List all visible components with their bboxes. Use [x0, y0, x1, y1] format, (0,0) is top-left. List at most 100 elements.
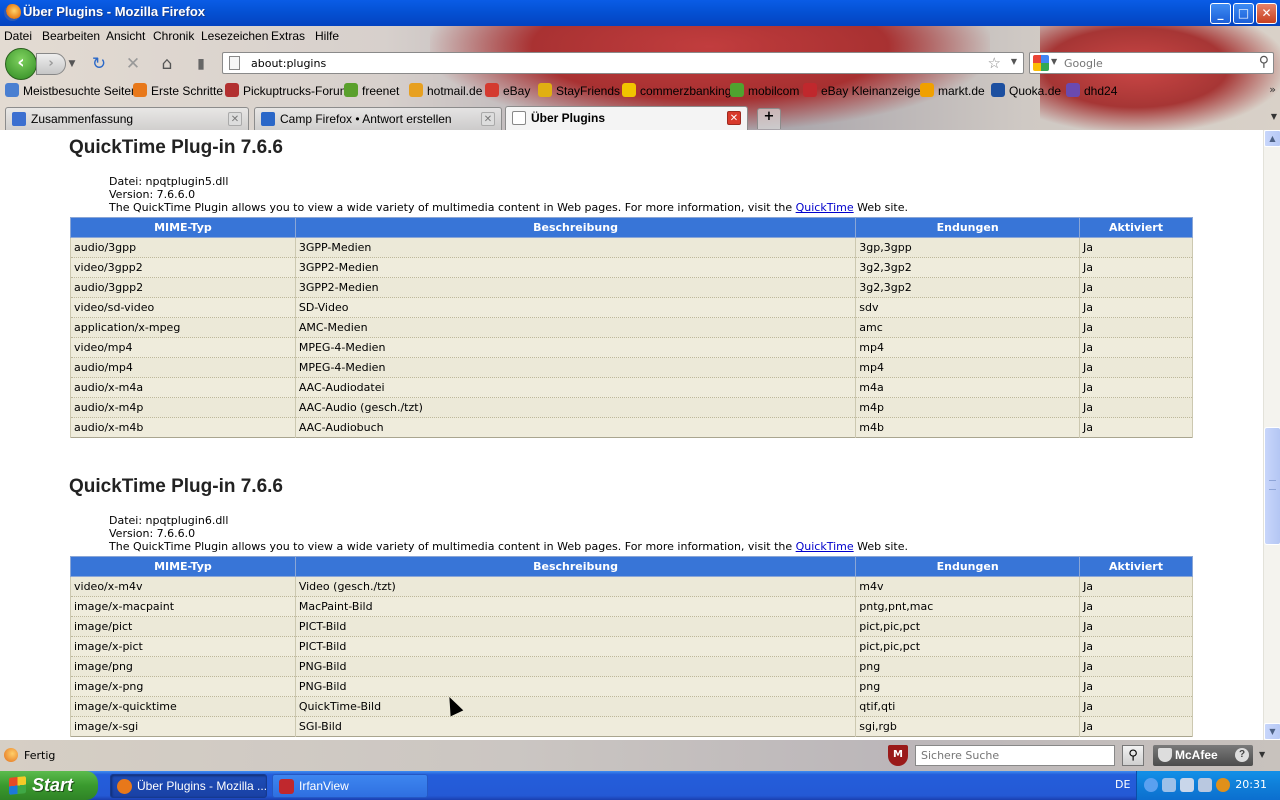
bookmark-item[interactable]: Pickuptrucks-Forum	[225, 83, 350, 100]
table-cell: AAC-Audiodatei	[294, 377, 857, 398]
updater-icon[interactable]	[1216, 778, 1230, 792]
search-engine-dropdown-icon[interactable]: ▼	[1051, 57, 1057, 66]
table-cell: Video (gesch./tzt)	[294, 576, 857, 597]
menu-datei[interactable]: Datei	[4, 29, 32, 43]
tab-close-icon[interactable]: ✕	[228, 112, 242, 126]
menu-lesezeichen[interactable]: Lesezeichen	[201, 29, 268, 43]
stats-icon[interactable]: ▮	[190, 53, 212, 75]
close-window-button[interactable]: ✕	[1256, 3, 1277, 24]
bookmark-item[interactable]: eBay Kleinanzeigen	[803, 83, 927, 100]
maximize-button[interactable]: □	[1233, 3, 1254, 24]
language-indicator[interactable]: DE	[1115, 778, 1130, 791]
bookmark-item[interactable]: Meistbesuchte Seiten	[5, 83, 138, 100]
minimize-button[interactable]: _	[1210, 3, 1231, 24]
bookmark-icon	[730, 83, 744, 97]
bookmark-item[interactable]: StayFriends	[538, 83, 620, 100]
table-cell: image/png	[70, 656, 296, 677]
home-icon[interactable]: ⌂	[156, 53, 178, 75]
table-cell: Ja	[1079, 676, 1193, 697]
table-cell: Ja	[1079, 397, 1193, 418]
tray-expand-icon[interactable]	[1144, 778, 1158, 792]
vertical-scrollbar[interactable]: ▲ ▼	[1263, 130, 1280, 740]
quicktime-link[interactable]: QuickTime	[796, 201, 854, 214]
reload-icon[interactable]: ↻	[88, 53, 110, 75]
table-cell: SD-Video	[294, 297, 857, 318]
bookmark-item[interactable]: Quoka.de	[991, 83, 1061, 100]
menu-extras[interactable]: Extras	[271, 29, 305, 43]
menu-bearbeiten[interactable]: Bearbeiten	[42, 29, 100, 43]
mcafee-shield-icon[interactable]: M	[888, 745, 908, 766]
quicktime-link[interactable]: QuickTime	[796, 540, 854, 553]
plugin-title: QuickTime Plug-in 7.6.6	[69, 476, 283, 497]
bookmark-icon	[485, 83, 499, 97]
table-cell: Ja	[1079, 656, 1193, 677]
network-icon[interactable]	[1162, 778, 1176, 792]
bookmark-item[interactable]: mobilcom	[730, 83, 799, 100]
mcafee-button[interactable]: McAfee ?	[1153, 745, 1253, 766]
stop-icon[interactable]: ✕	[122, 53, 144, 75]
forward-button[interactable]: ›	[36, 53, 66, 75]
table-row: audio/x-m4b AAC-Audiobuch m4b Ja	[70, 417, 1193, 438]
tab-close-icon[interactable]: ✕	[727, 111, 741, 125]
bookmark-item[interactable]: commerzbanking	[622, 83, 731, 100]
menu-hilfe[interactable]: Hilfe	[315, 29, 339, 43]
table-cell: image/x-sgi	[70, 716, 296, 737]
taskbar-item[interactable]: Über Plugins - Mozilla ...	[110, 774, 267, 798]
volume-icon[interactable]	[1198, 778, 1212, 792]
table-row: image/x-macpaint MacPaint-Bild pntg,pnt,ma…	[70, 596, 1193, 617]
table-cell: MacPaint-Bild	[294, 596, 857, 617]
table-row: application/x-mpeg AMC-Medien amc Ja	[70, 317, 1193, 338]
bookmark-item[interactable]: markt.de	[920, 83, 985, 100]
bookmark-icon	[225, 83, 239, 97]
search-icon[interactable]: ⚲	[1259, 54, 1269, 70]
statusbar-dropdown-icon[interactable]: ▼	[1259, 750, 1265, 759]
table-cell: video/3gpp2	[70, 257, 296, 278]
tab-list-icon[interactable]: ▼	[1271, 112, 1277, 121]
tab-3[interactable]: Über Plugins ✕	[505, 106, 748, 130]
bookmark-icon	[803, 83, 817, 97]
bookmark-item[interactable]: dhd24	[1066, 83, 1117, 100]
back-button[interactable]: ‹	[5, 48, 37, 80]
url-bar[interactable]: ☆ ▼	[222, 52, 1024, 74]
table-cell: pntg,pnt,mac	[855, 596, 1081, 617]
google-icon[interactable]	[1033, 55, 1049, 71]
url-input[interactable]	[251, 55, 951, 72]
bookmark-item[interactable]: freenet	[344, 83, 399, 100]
table-cell: Ja	[1079, 357, 1193, 378]
display-icon[interactable]	[1180, 778, 1194, 792]
bookmark-star-icon[interactable]: ☆	[988, 54, 1001, 72]
mime-table: MIME-Typ Beschreibung Endungen Aktiviert vid…	[70, 556, 1193, 737]
start-button[interactable]: Start	[0, 771, 98, 800]
bookmark-item[interactable]: hotmail.de	[409, 83, 482, 100]
safe-search-box[interactable]	[915, 745, 1115, 766]
help-icon[interactable]: ?	[1235, 748, 1249, 762]
table-row: image/x-pict PICT-Bild pict,pic,pct Ja	[70, 636, 1193, 657]
menu-chronik[interactable]: Chronik	[153, 29, 194, 43]
url-dropdown-icon[interactable]: ▼	[1011, 57, 1017, 66]
table-cell: 3gp,3gpp	[855, 237, 1081, 258]
search-input[interactable]	[1064, 55, 1244, 72]
bookmark-label: eBay Kleinanzeigen	[821, 84, 928, 98]
tab-close-icon[interactable]: ✕	[481, 112, 495, 126]
bookmark-label: dhd24	[1084, 84, 1118, 98]
plugin-description: The QuickTime Plugin allows you to view …	[109, 540, 908, 553]
tab-2[interactable]: Camp Firefox • Antwort erstellen ✕	[254, 107, 502, 130]
bookmark-item[interactable]: eBay	[485, 83, 530, 100]
safe-search-input[interactable]	[916, 746, 1106, 765]
tab-1[interactable]: Zusammenfassung ✕	[5, 107, 249, 130]
description-text-end: Web site.	[853, 540, 908, 553]
bookmarks-overflow-icon[interactable]: »	[1269, 83, 1276, 96]
table-cell: PICT-Bild	[294, 636, 857, 657]
new-tab-button[interactable]: +	[757, 108, 781, 129]
table-cell: Ja	[1079, 257, 1193, 278]
scroll-thumb[interactable]	[1264, 427, 1280, 545]
menu-ansicht[interactable]: Ansicht	[106, 29, 145, 43]
scroll-up-icon[interactable]: ▲	[1264, 130, 1280, 147]
safe-search-button[interactable]: ⚲	[1122, 745, 1144, 766]
taskbar-item[interactable]: IrfanView	[272, 774, 428, 798]
scroll-down-icon[interactable]: ▼	[1264, 723, 1280, 740]
search-bar[interactable]: ▼ ⚲	[1029, 52, 1274, 74]
bookmark-icon	[344, 83, 358, 97]
history-dropdown-icon[interactable]: ▼	[66, 55, 78, 73]
bookmark-item[interactable]: Erste Schritte	[133, 83, 223, 100]
